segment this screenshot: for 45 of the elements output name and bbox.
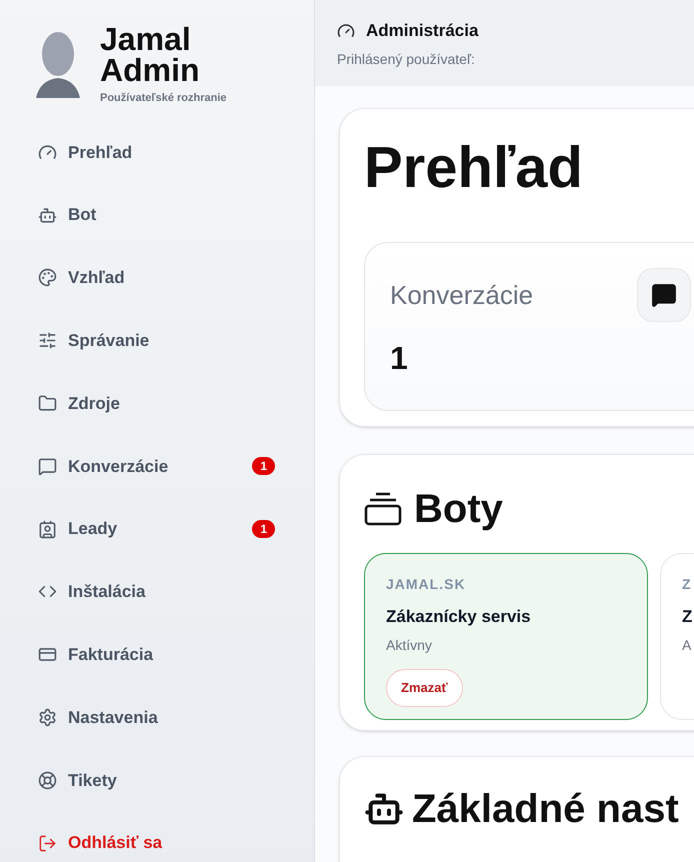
settings-icon (38, 708, 57, 728)
nav-link[interactable]: Odhlásiť sa (68, 830, 162, 856)
brand-subtitle: Používateľské rozhranie (100, 91, 227, 106)
nav-link[interactable]: Správanie (68, 328, 150, 354)
gauge-icon (38, 142, 57, 162)
palette-icon (38, 268, 57, 288)
header-subtitle: Prihlásený používateľ: (337, 50, 476, 69)
nav-link[interactable]: Inštalácia (68, 579, 146, 605)
lifebuoy-icon (38, 770, 57, 790)
bot-domain: Z (682, 575, 693, 594)
chat-icon (651, 282, 678, 308)
stat-label: Konverzácie (390, 278, 534, 312)
count-badge: 1 (252, 520, 275, 538)
bot-name: Zákaznícky servis (386, 606, 532, 628)
bot-card[interactable]: JAMAL.SK Zákaznícky servis Aktívny Zmazať (364, 553, 648, 720)
brand-name: Jamal Admin (100, 24, 201, 86)
bot-card[interactable]: Z Z A (660, 553, 694, 720)
nav-link[interactable]: Bot (68, 202, 96, 228)
header-title: Administrácia (366, 20, 478, 42)
nav-link[interactable]: Nastavenia (68, 704, 158, 730)
stat-value: 1 (390, 339, 409, 378)
chat-icon (38, 456, 57, 476)
nav-link[interactable]: Vzhľad (68, 265, 125, 291)
nav-link[interactable]: Tikety (68, 768, 117, 794)
folder-icon (38, 394, 57, 414)
nav-link[interactable]: Leady (68, 516, 118, 542)
nav-link[interactable]: Zdroje (68, 390, 120, 416)
nav-link[interactable]: Fakturácia (68, 642, 154, 668)
section-title: Základné nast (412, 786, 679, 833)
nav-link[interactable]: Prehľad (68, 140, 132, 166)
contact-icon (38, 520, 57, 539)
delete-button[interactable]: Zmazať (386, 668, 463, 706)
bot-domain: JAMAL.SK (386, 575, 467, 594)
bot-name: Z (682, 606, 694, 628)
logout-icon (38, 834, 57, 853)
nav-link[interactable]: Konverzácie (68, 454, 168, 480)
sliders-icon (38, 331, 57, 350)
section-title: Boty (414, 486, 503, 533)
robot-icon (38, 206, 57, 225)
count-badge: 1 (252, 457, 275, 476)
bot-status: Aktívny (386, 636, 433, 655)
bot-status: A (682, 636, 692, 654)
page-title: Prehľad (364, 135, 584, 201)
stack-icon (364, 492, 402, 526)
gauge-icon (337, 22, 355, 40)
